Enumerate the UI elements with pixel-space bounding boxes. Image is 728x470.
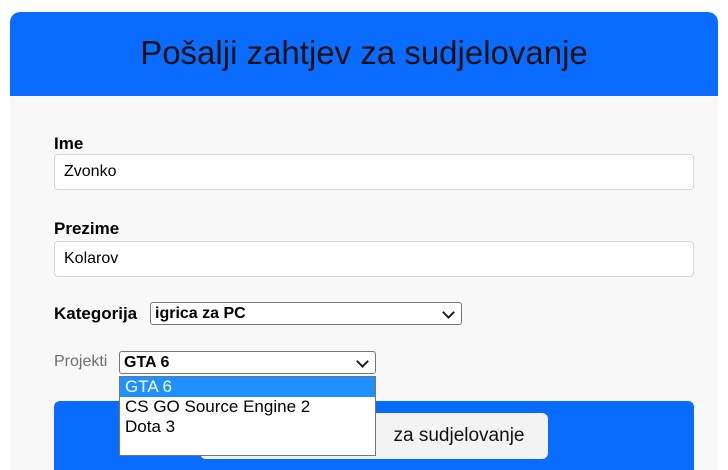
projekti-selected-value: GTA 6	[124, 354, 170, 371]
projekti-select[interactable]: GTA 6	[119, 351, 376, 374]
prezime-label: Prezime	[54, 219, 120, 238]
option-cs-go-source-engine-2[interactable]: CS GO Source Engine 2	[120, 397, 375, 417]
kategorija-label: Kategorija	[54, 304, 138, 323]
chevron-down-icon	[356, 355, 369, 368]
submit-button-label: za sudjelovanje	[393, 425, 525, 446]
kategorija-selected-value: igrica za PC	[155, 305, 246, 322]
option-dota-3[interactable]: Dota 3	[120, 417, 375, 437]
form-title: Pošalji zahtjev za sudjelovanje	[140, 34, 588, 71]
kategorija-select[interactable]: igrica za PC	[150, 302, 462, 325]
prezime-input[interactable]: Kolarov	[54, 241, 694, 277]
projekti-label: Projekti	[54, 353, 108, 370]
ime-input[interactable]: Zvonko	[54, 154, 694, 190]
chevron-down-icon	[442, 306, 455, 319]
projekti-dropdown-list: GTA 6 CS GO Source Engine 2 Dota 3	[119, 376, 376, 456]
option-gta-6[interactable]: GTA 6	[120, 377, 375, 397]
ime-label: Ime	[54, 134, 84, 153]
form-header: Pošalji zahtjev za sudjelovanje	[10, 12, 718, 96]
